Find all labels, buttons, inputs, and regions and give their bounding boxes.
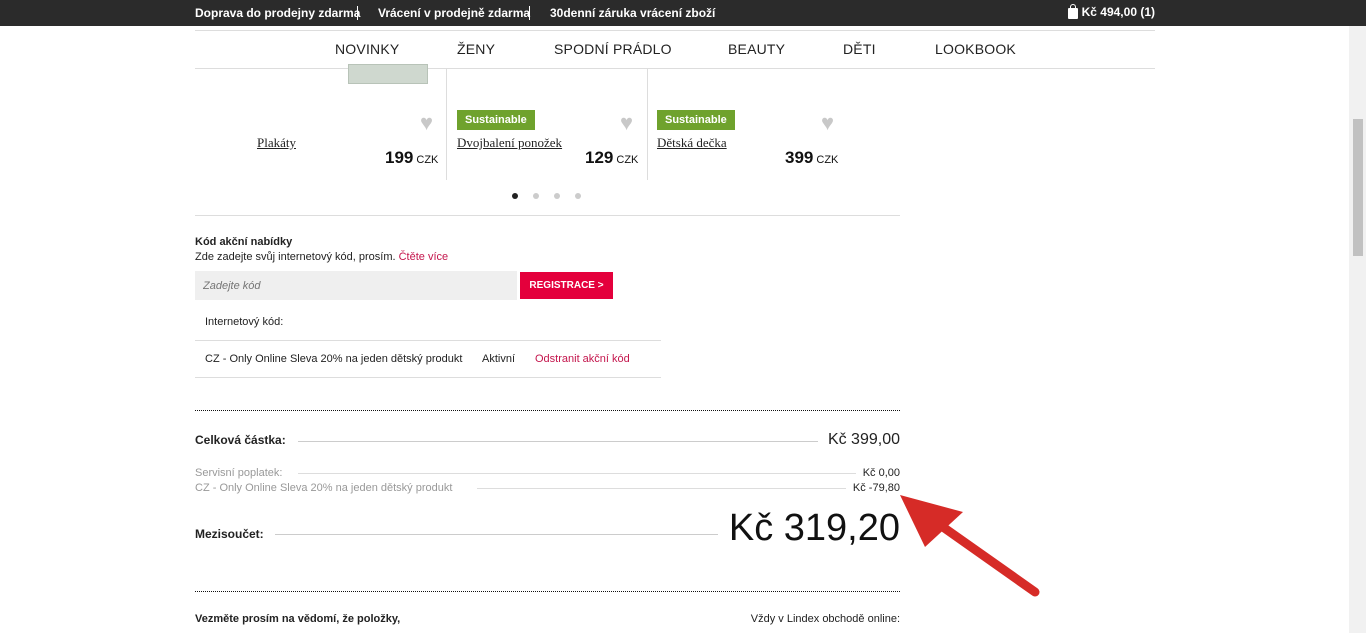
promo-description: Zde zadejte svůj internetový kód, prosím… — [195, 251, 449, 263]
shopping-bag-icon — [1067, 3, 1078, 19]
return-guarantee-link[interactable]: 30denní záruka vrácení zboží — [550, 6, 715, 20]
separator — [357, 6, 358, 20]
remove-code-link[interactable]: Odstranit akční kód — [535, 353, 630, 365]
product-image[interactable] — [348, 64, 428, 84]
code-label: Internetový kód: — [205, 316, 284, 328]
product-price: 399 CZK — [785, 148, 839, 167]
promo-code-list: Internetový kód: CZ - Only Online Sleva … — [195, 304, 661, 378]
nav-zeny[interactable]: ŽENY — [457, 41, 495, 57]
online-info-text: Vždy v Lindex obchodě online: — [750, 613, 900, 625]
product-price: 129 CZK — [585, 148, 639, 167]
total-value: Kč 399,00 — [827, 431, 900, 448]
free-returns-link[interactable]: Vrácení v prodejně zdarma — [378, 6, 530, 20]
nav-novinky[interactable]: NOVINKY — [335, 41, 399, 57]
discount-value: Kč -79,80 — [852, 482, 900, 494]
subtotal-value: Kč 319,20 — [728, 507, 900, 549]
code-name: CZ - Only Online Sleva 20% na jeden děts… — [205, 353, 463, 365]
notice-text: Vezměte prosím na vědomí, že položky, — [195, 613, 401, 625]
heart-icon[interactable]: ♥ — [620, 110, 633, 136]
separator — [529, 6, 530, 20]
product-carousel: ♥ Plakáty 199 CZK Sustainable ♥ Dvojbalen… — [195, 64, 900, 180]
sustainable-badge: Sustainable — [457, 110, 535, 130]
leader-line — [477, 488, 846, 489]
promo-code-input[interactable] — [195, 271, 517, 300]
fee-value: Kč 0,00 — [862, 467, 900, 479]
leader-line — [298, 473, 856, 474]
nav-deti[interactable]: DĚTI — [843, 41, 876, 57]
promo-title: Kód akční nabídky — [195, 236, 293, 248]
register-button[interactable]: REGISTRACE > — [520, 272, 613, 299]
product-name[interactable]: Dětská dečka — [657, 135, 727, 151]
red-arrow-icon — [900, 495, 1040, 597]
free-delivery-link[interactable]: Doprava do prodejny zdarma — [195, 6, 360, 20]
fee-label: Servisní poplatek: — [195, 467, 283, 479]
carousel-dot[interactable] — [554, 193, 560, 199]
nav-spodni-pradlo[interactable]: SPODNÍ PRÁDLO — [554, 41, 672, 57]
total-label: Celková částka: — [195, 433, 286, 447]
nav-lookbook[interactable]: LOOKBOOK — [935, 41, 1016, 57]
cart-button[interactable]: Kč 494,00 (1) — [1067, 3, 1155, 19]
nav-beauty[interactable]: BEAUTY — [728, 41, 785, 57]
main-nav: NOVINKY ŽENY SPODNÍ PRÁDLO BEAUTY DĚTI L… — [195, 30, 1155, 69]
carousel-dot[interactable] — [533, 193, 539, 199]
product-name[interactable]: Plakáty — [257, 135, 296, 151]
code-status: Aktivní — [482, 353, 516, 365]
discount-label: CZ - Only Online Sleva 20% na jeden děts… — [195, 482, 453, 494]
list-item: CZ - Only Online Sleva 20% na jeden děts… — [195, 341, 661, 378]
product-price: 199 CZK — [385, 148, 439, 167]
sustainable-badge: Sustainable — [657, 110, 735, 130]
scrollbar[interactable] — [1349, 26, 1366, 633]
product-card[interactable]: ♥ Plakáty 199 CZK — [195, 64, 446, 180]
cart-total: Kč 494,00 (1) — [1081, 5, 1155, 19]
divider — [195, 410, 900, 411]
product-card[interactable]: Sustainable ♥ Dvojbalení ponožek 129 CZK — [447, 68, 647, 180]
leader-line — [298, 441, 818, 442]
carousel-dot[interactable] — [575, 193, 581, 199]
product-card[interactable]: Sustainable ♥ Dětská dečka 399 CZK — [648, 68, 848, 180]
read-more-link[interactable]: Čtěte více — [399, 251, 449, 263]
divider — [195, 591, 900, 592]
divider — [195, 215, 900, 216]
top-bar: Doprava do prodejny zdarma Vrácení v pro… — [0, 0, 1366, 26]
scrollbar-thumb[interactable] — [1353, 119, 1363, 256]
subtotal-label: Mezisoučet: — [195, 527, 264, 541]
heart-icon[interactable]: ♥ — [821, 110, 834, 136]
leader-line — [275, 534, 718, 535]
heart-icon[interactable]: ♥ — [420, 110, 433, 136]
product-name[interactable]: Dvojbalení ponožek — [457, 135, 562, 151]
list-item: Internetový kód: — [195, 304, 661, 341]
carousel-dot-active[interactable] — [512, 193, 518, 199]
